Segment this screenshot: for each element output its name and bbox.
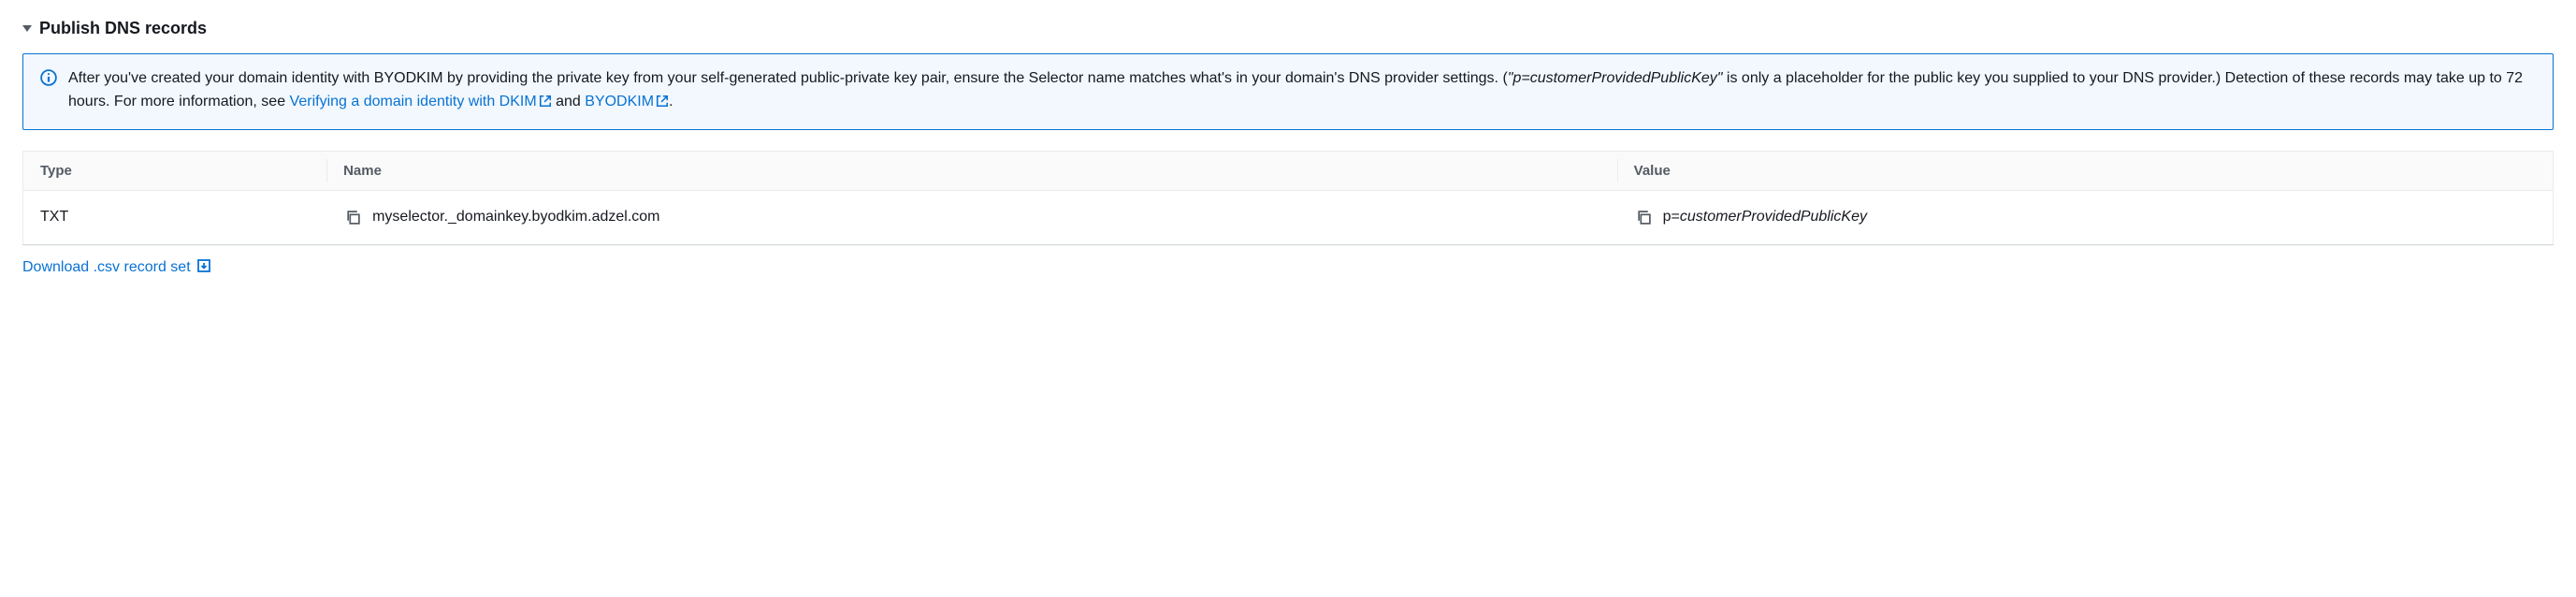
info-icon xyxy=(40,69,57,86)
dns-records-table: Type Name Value TXT myselector._domainke… xyxy=(22,151,2554,245)
copy-value-button[interactable] xyxy=(1634,208,1654,227)
external-link-icon xyxy=(539,93,552,116)
external-link-icon xyxy=(656,93,669,116)
table-header-row: Type Name Value xyxy=(23,151,2554,190)
record-value-text: p=customerProvidedPublicKey xyxy=(1663,209,1867,226)
cell-value: p=customerProvidedPublicKey xyxy=(1617,190,2554,244)
section-header[interactable]: Publish DNS records xyxy=(22,19,2554,38)
link-byodkim[interactable]: BYODKIM xyxy=(585,94,669,109)
section-title: Publish DNS records xyxy=(39,19,207,38)
col-header-value: Value xyxy=(1617,151,2554,190)
caret-down-icon xyxy=(22,25,32,32)
download-csv-link[interactable]: Download .csv record set xyxy=(22,258,211,278)
col-header-type: Type xyxy=(23,151,327,190)
table-row: TXT myselector._domainkey.byodkim.adzel.… xyxy=(23,190,2554,244)
col-header-name: Name xyxy=(326,151,1617,190)
banner-text: After you've created your domain identit… xyxy=(68,67,2536,116)
link-dkim[interactable]: Verifying a domain identity with DKIM xyxy=(290,94,552,109)
record-name-text: myselector._domainkey.byodkim.adzel.com xyxy=(372,209,659,226)
cell-type: TXT xyxy=(23,190,327,244)
cell-name: myselector._domainkey.byodkim.adzel.com xyxy=(326,190,1617,244)
copy-name-button[interactable] xyxy=(343,208,363,227)
download-icon xyxy=(196,258,211,278)
info-banner: After you've created your domain identit… xyxy=(22,53,2554,130)
